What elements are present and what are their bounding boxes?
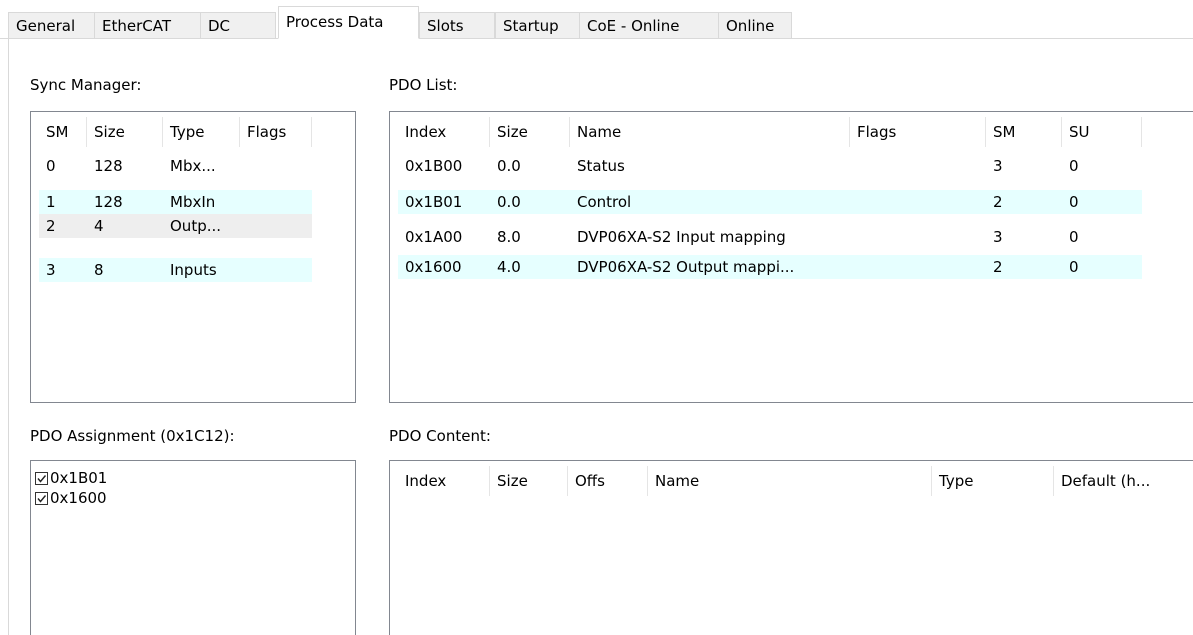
column-header[interactable]: Default (h... <box>1054 466 1188 496</box>
assignment-item-label: 0x1600 <box>50 489 107 507</box>
column-header[interactable]: Name <box>648 466 932 496</box>
pdo-list-header: Index Size Name Flags SM SU <box>398 117 1188 147</box>
assignment-item-label: 0x1B01 <box>50 469 108 487</box>
cell-size: 4 <box>94 217 104 235</box>
cell-type: MbxIn <box>170 193 216 211</box>
pdo-content-label: PDO Content: <box>389 427 491 445</box>
cell-sm: 1 <box>46 193 56 211</box>
cell-flags <box>240 214 312 238</box>
tab-slots[interactable]: Slots <box>419 12 495 38</box>
column-header[interactable]: Name <box>570 117 850 147</box>
table-row[interactable]: 1 128 MbxIn <box>39 190 312 214</box>
pdo-content-header: Index Size Offs Name Type Default (h... <box>398 466 1188 496</box>
cell-su: 0 <box>1069 157 1079 175</box>
cell-size: 8 <box>94 261 104 279</box>
pdo-assignment-label: PDO Assignment (0x1C12): <box>30 427 235 445</box>
cell-sm: 2 <box>46 217 56 235</box>
column-header[interactable]: Offs <box>568 466 648 496</box>
panel-border <box>8 38 9 635</box>
pdo-assignment-list[interactable]: 0x1B01 0x1600 <box>30 460 356 635</box>
cell-sm: 3 <box>993 157 1003 175</box>
cell-flags <box>240 258 312 282</box>
tab-process-data[interactable]: Process Data <box>278 6 419 39</box>
cell-flags <box>850 154 986 178</box>
tab-startup[interactable]: Startup <box>495 12 580 38</box>
pdo-list[interactable]: Index Size Name Flags SM SU 0x1B00 0.0 S… <box>389 111 1193 403</box>
tab-divider <box>0 38 1193 39</box>
cell-size: 128 <box>94 193 123 211</box>
assignment-item[interactable]: 0x1600 <box>35 488 107 508</box>
checkbox-checked-icon[interactable] <box>35 492 48 505</box>
tab-online[interactable]: Online <box>718 12 792 38</box>
column-header[interactable]: Index <box>398 466 490 496</box>
cell-name: Control <box>577 193 632 211</box>
cell-index: 0x1B01 <box>405 193 463 211</box>
tab-dc[interactable]: DC <box>200 12 276 38</box>
cell-su: 0 <box>1069 193 1079 211</box>
table-row[interactable]: 0x1A00 8.0 DVP06XA-S2 Input mapping 3 0 <box>398 225 1142 249</box>
column-header[interactable]: Flags <box>240 117 312 147</box>
cell-su: 0 <box>1069 228 1079 246</box>
table-row[interactable]: 0x1B01 0.0 Control 2 0 <box>398 190 1142 214</box>
column-header[interactable]: Flags <box>850 117 986 147</box>
table-row[interactable]: 2 4 Outp... <box>39 214 312 238</box>
column-header[interactable]: SU <box>1062 117 1142 147</box>
cell-sm: 0 <box>46 157 56 175</box>
pdo-content-list[interactable]: Index Size Offs Name Type Default (h... <box>389 460 1193 635</box>
cell-sm: 2 <box>993 258 1003 276</box>
cell-su: 0 <box>1069 258 1079 276</box>
table-row[interactable]: 0 128 Mbx... <box>39 154 312 178</box>
tab-coe-online[interactable]: CoE - Online <box>579 12 719 38</box>
cell-flags <box>240 190 312 214</box>
sync-manager-header: SM Size Type Flags <box>39 117 349 147</box>
column-header[interactable]: Type <box>163 117 240 147</box>
cell-index: 0x1600 <box>405 258 462 276</box>
table-row[interactable]: 0x1B00 0.0 Status 3 0 <box>398 154 1142 178</box>
column-header[interactable]: SM <box>986 117 1062 147</box>
cell-size: 0.0 <box>497 157 521 175</box>
cell-size: 4.0 <box>497 258 521 276</box>
cell-flags <box>850 225 986 249</box>
assignment-item[interactable]: 0x1B01 <box>35 468 107 488</box>
cell-size: 0.0 <box>497 193 521 211</box>
checkbox-checked-icon[interactable] <box>35 472 48 485</box>
cell-size: 128 <box>94 157 123 175</box>
column-header[interactable]: Type <box>932 466 1054 496</box>
cell-type: Mbx... <box>170 157 216 175</box>
tab-general[interactable]: General <box>8 12 95 38</box>
sync-manager-label: Sync Manager: <box>30 76 142 94</box>
tab-ethercat[interactable]: EtherCAT <box>94 12 201 38</box>
cell-size: 8.0 <box>497 228 521 246</box>
pdo-list-label: PDO List: <box>389 76 458 94</box>
cell-index: 0x1B00 <box>405 157 463 175</box>
cell-flags <box>240 154 312 178</box>
cell-sm: 3 <box>46 261 56 279</box>
column-header[interactable]: Size <box>490 466 568 496</box>
cell-name: DVP06XA-S2 Input mapping <box>577 228 786 246</box>
cell-flags <box>850 255 986 279</box>
cell-type: Inputs <box>170 261 217 279</box>
column-header[interactable]: Size <box>490 117 570 147</box>
cell-name: Status <box>577 157 625 175</box>
sync-manager-list[interactable]: SM Size Type Flags 0 128 Mbx... 1 128 Mb… <box>30 111 356 403</box>
cell-sm: 3 <box>993 228 1003 246</box>
cell-sm: 2 <box>993 193 1003 211</box>
column-header[interactable]: Index <box>398 117 490 147</box>
cell-type: Outp... <box>170 217 222 235</box>
column-header[interactable]: SM <box>39 117 87 147</box>
table-row[interactable]: 3 8 Inputs <box>39 258 312 282</box>
cell-flags <box>850 190 986 214</box>
column-header[interactable]: Size <box>87 117 163 147</box>
cell-name: DVP06XA-S2 Output mappi... <box>577 258 795 276</box>
tab-bar: General EtherCAT DC Process Data Slots S… <box>0 0 1193 44</box>
cell-index: 0x1A00 <box>405 228 463 246</box>
table-row[interactable]: 0x1600 4.0 DVP06XA-S2 Output mappi... 2 … <box>398 255 1142 279</box>
